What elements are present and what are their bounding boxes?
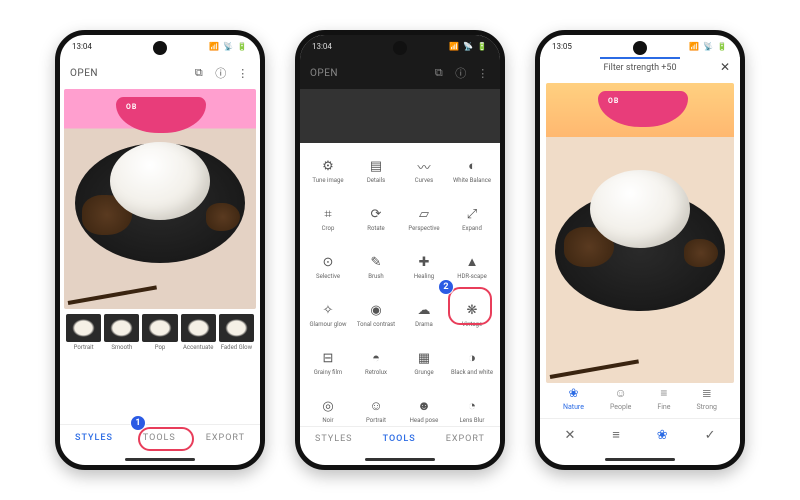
app-top-bar: OPEN ⧉ ⓘ ⋮ [300,57,500,89]
main-photo[interactable]: OB [546,83,734,383]
style-thumb[interactable]: Smooth [104,314,139,351]
layers-icon[interactable]: ⧉ [192,66,206,80]
tool-curves[interactable]: 〰Curves [400,147,448,195]
photo-chopstick [68,285,157,305]
more-icon[interactable]: ⋮ [476,66,490,80]
tool-glamour-glow[interactable]: ✧Glamour glow [304,291,352,339]
tool-grunge[interactable]: ▦Grunge [400,339,448,387]
camera-notch [393,41,407,55]
phone-2: 13:04 📶 📡 🔋 OPEN ⧉ ⓘ ⋮ ⚙Tune image ▤Deta… [295,30,505,470]
gesture-bar [125,458,195,461]
open-button[interactable]: OPEN [70,68,98,79]
photo-cup: OB [598,91,688,127]
tool-retrolux[interactable]: ◓Retrolux [352,339,400,387]
preset-strong[interactable]: ≣Strong [696,386,717,411]
style-thumb[interactable]: Portrait [66,314,101,351]
tool-noir[interactable]: ◎Noir [304,387,352,426]
more-icon[interactable]: ⋮ [236,66,250,80]
tab-tools[interactable]: TOOLS [383,434,416,444]
cancel-icon[interactable]: ✕ [720,60,730,74]
style-thumb[interactable]: Pop [142,314,177,351]
app-top-bar: OPEN ⧉ ⓘ ⋮ [60,57,260,89]
callout-badge-1: 1 [130,415,146,431]
tab-tools[interactable]: TOOLS [143,433,176,443]
tool-perspective[interactable]: ▱Perspective [400,195,448,243]
clock: 13:04 [72,42,92,51]
close-button[interactable]: ✕ [564,428,575,443]
gesture-bar [365,458,435,461]
action-bar: ✕ ≡ ❀ ✓ [540,418,740,451]
confirm-button[interactable]: ✓ [705,428,716,443]
tab-export[interactable]: EXPORT [446,434,485,444]
clock: 13:05 [552,42,572,51]
tool-vintage[interactable]: ❋Vintage [448,291,496,339]
photo-rice [590,170,690,248]
tool-tune-image[interactable]: ⚙Tune image [304,147,352,195]
progress-indicator [600,57,680,59]
style-thumb[interactable]: Faded Glow [219,314,254,351]
tool-lens-blur[interactable]: ◔Lens Blur [448,387,496,426]
camera-notch [633,41,647,55]
tool-details[interactable]: ▤Details [352,147,400,195]
phone-1: 13:04 📶 📡 🔋 OPEN ⧉ ⓘ ⋮ OB Portrait Smoot… [55,30,265,470]
bottom-tabs: STYLES TOOLS EXPORT [60,424,260,451]
effect-button[interactable]: ❀ [657,428,668,443]
layers-icon[interactable]: ⧉ [432,66,446,80]
tools-sheet: ⚙Tune image ▤Details 〰Curves ◐White Bala… [300,143,500,451]
tool-hdr-scape[interactable]: ▲HDR-scape [448,243,496,291]
preset-nature[interactable]: ❀Nature [563,386,584,411]
photo-meat-right [684,239,718,267]
style-thumb[interactable]: Accentuate [181,314,216,351]
tool-portrait[interactable]: ☺Portrait [352,387,400,426]
styles-filmstrip: Portrait Smooth Pop Accentuate Faded Glo… [60,309,260,353]
dimmed-photo [300,89,500,143]
tools-grid: ⚙Tune image ▤Details 〰Curves ◐White Bala… [300,143,500,426]
clock: 13:04 [312,42,332,51]
bottom-tabs: STYLES TOOLS EXPORT [300,426,500,451]
preset-fine[interactable]: ≡Fine [657,386,670,411]
tool-drama[interactable]: ☁Drama [400,291,448,339]
info-icon[interactable]: ⓘ [214,66,228,80]
tab-export[interactable]: EXPORT [206,433,245,443]
tool-white-balance[interactable]: ◐White Balance [448,147,496,195]
callout-badge-2: 2 [438,279,454,295]
tool-tonal-contrast[interactable]: ◉Tonal contrast [352,291,400,339]
phone-3: 13:05 📶 📡 🔋 Filter strength +50 ✕ OB ❀Na… [535,30,745,470]
open-button[interactable]: OPEN [310,68,338,79]
tool-brush[interactable]: ✎Brush [352,243,400,291]
tool-head-pose[interactable]: ☻Head pose [400,387,448,426]
preset-people[interactable]: ☺People [610,386,631,411]
hdr-presets: ❀Nature ☺People ≡Fine ≣Strong [540,380,740,417]
camera-notch [153,41,167,55]
info-icon[interactable]: ⓘ [454,66,468,80]
gesture-bar [605,458,675,461]
status-icons: 📶 📡 🔋 [689,42,728,51]
filter-strength-label: Filter strength +50 [540,57,740,79]
tool-crop[interactable]: ⌗Crop [304,195,352,243]
tool-grainy-film[interactable]: ⊟Grainy film [304,339,352,387]
main-photo[interactable]: OB [64,89,256,309]
tab-styles[interactable]: STYLES [75,433,113,443]
status-icons: 📶 📡 🔋 [209,42,248,51]
tool-selective[interactable]: ⊙Selective [304,243,352,291]
status-icons: 📶 📡 🔋 [449,42,488,51]
photo-rice [110,142,210,220]
tool-rotate[interactable]: ⟳Rotate [352,195,400,243]
tune-button[interactable]: ≡ [612,427,620,443]
tool-expand[interactable]: ⤢Expand [448,195,496,243]
tool-black-and-white[interactable]: ◑Black and white [448,339,496,387]
photo-chopstick [550,359,639,379]
photo-cup: OB [116,97,206,133]
tab-styles[interactable]: STYLES [315,434,353,444]
